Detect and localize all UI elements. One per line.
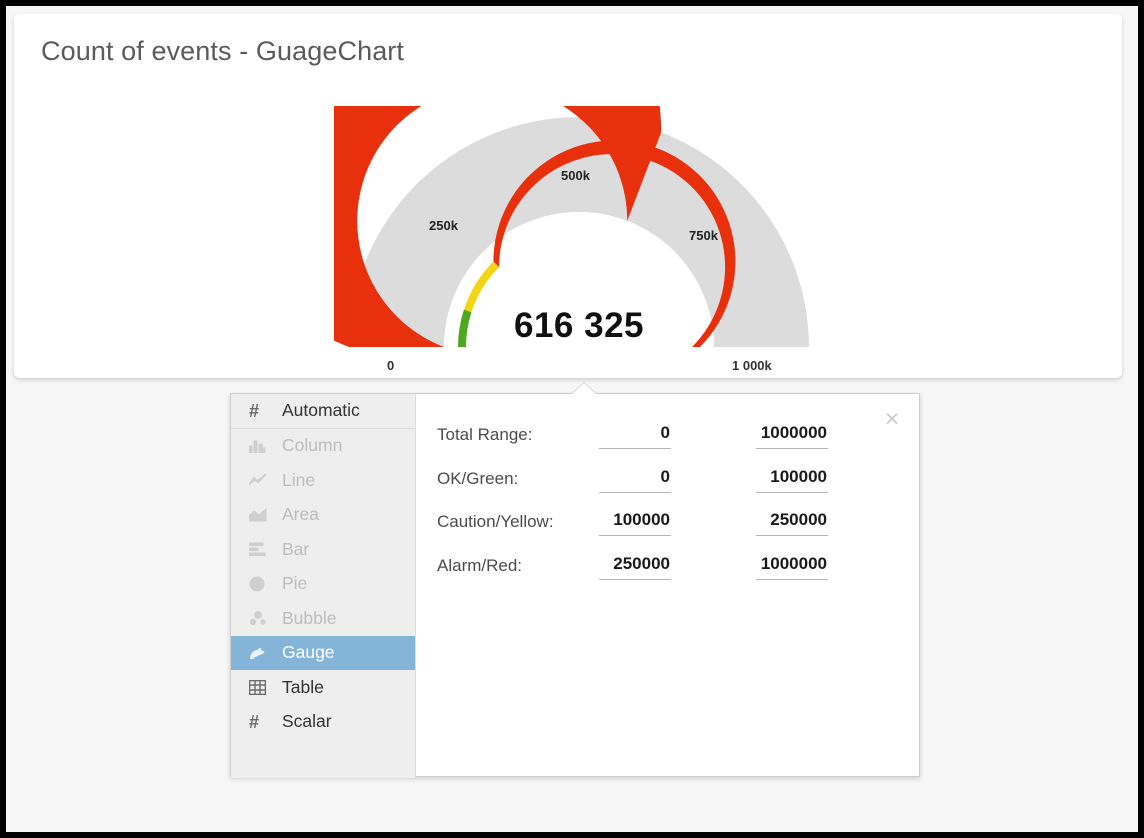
chart-type-item-pie: Pie [231, 567, 415, 602]
chart-type-label: Gauge [282, 642, 335, 663]
gauge-tick-750k: 750k [689, 228, 718, 243]
hash-icon: # [249, 711, 260, 732]
range-min-input[interactable] [599, 507, 671, 536]
range-max-input[interactable] [756, 420, 828, 449]
chart-type-item-column: Column [231, 429, 415, 464]
gauge-tick-250k: 250k [429, 218, 458, 233]
gauge-tick-min: 0 [387, 358, 395, 373]
bubble-icon [249, 610, 273, 626]
chart-type-label: Table [282, 676, 324, 697]
chart-type-label: Pie [282, 573, 308, 594]
gauge-tick-max: 1 000k [732, 358, 772, 373]
bar-icon [249, 542, 273, 557]
line-icon [249, 473, 273, 488]
range-row-label: Caution/Yellow: [437, 512, 554, 531]
chart-type-label: Bubble [282, 607, 337, 628]
range-row: Alarm/Red: [416, 547, 920, 591]
range-max-input[interactable] [756, 507, 828, 536]
gauge-value-label: 616 325 [513, 306, 645, 345]
chart-type-item-line: Line [231, 463, 415, 498]
pie-icon [249, 576, 273, 592]
range-row: Caution/Yellow: [416, 503, 920, 547]
chart-type-label: Automatic [282, 400, 360, 421]
chart-settings-popup: # Automatic Column Line Area Bar Pie Bubble Gaug… [230, 383, 920, 778]
chart-type-label: Scalar [282, 711, 332, 732]
chart-card: Count of events - GuageChart 250k 500k 7… [14, 14, 1122, 378]
popup-caret [572, 383, 596, 394]
range-row: OK/Green: [416, 460, 920, 504]
column-icon [249, 438, 273, 454]
chart-type-item-table[interactable]: Table [231, 670, 415, 705]
range-row: Total Range: [416, 416, 920, 460]
close-icon[interactable]: × [877, 404, 907, 434]
chart-type-item-automatic[interactable]: # Automatic [231, 394, 415, 429]
gauge-chart: 250k 500k 750k 0 1 000k 616 325 [334, 106, 834, 376]
range-min-input[interactable] [599, 550, 671, 580]
chart-type-label: Column [282, 435, 343, 456]
chart-type-item-area: Area [231, 498, 415, 533]
page-title: Count of events - GuageChart [41, 36, 405, 66]
chart-type-list: # Automatic Column Line Area Bar Pie Bubble Gaug… [231, 394, 416, 778]
range-row-label: Total Range: [437, 425, 533, 444]
range-max-input[interactable] [756, 550, 828, 580]
table-icon [249, 679, 273, 695]
gauge-range-form: Total Range: OK/Green: Caution/Yellow: Alar… [416, 394, 920, 778]
chart-type-item-bar: Bar [231, 532, 415, 567]
area-icon [249, 507, 273, 522]
range-max-input[interactable] [756, 463, 828, 493]
range-row-label: OK/Green: [437, 468, 519, 488]
chart-type-label: Area [282, 504, 319, 525]
chart-type-item-scalar[interactable]: # Scalar [231, 705, 415, 740]
range-min-input[interactable] [599, 463, 671, 493]
hash-icon: # [249, 400, 260, 421]
chart-type-label: Bar [282, 538, 310, 559]
range-row-label: Alarm/Red: [437, 555, 523, 575]
chart-type-item-gauge[interactable]: Gauge [231, 635, 415, 670]
gauge-tick-500k: 500k [561, 168, 590, 183]
chart-type-label: Line [282, 469, 316, 490]
gauge-icon [249, 645, 273, 661]
range-min-input[interactable] [599, 420, 671, 449]
app-screen: Count of events - GuageChart 250k 500k 7… [6, 6, 1138, 832]
chart-type-item-bubble: Bubble [231, 601, 415, 636]
